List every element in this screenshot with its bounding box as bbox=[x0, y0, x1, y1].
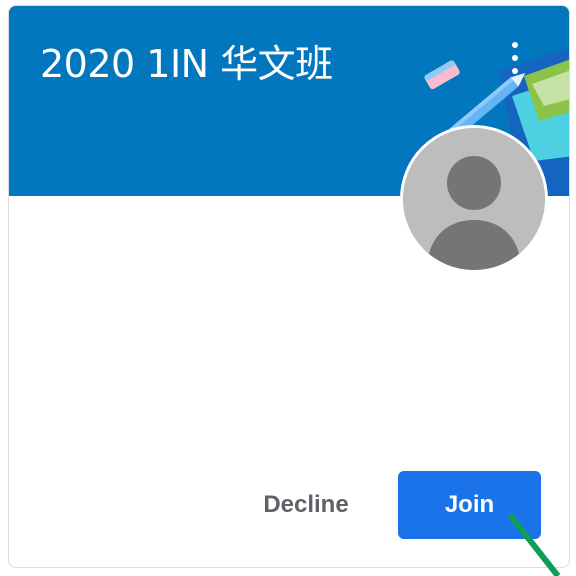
class-invite-card: 2020 1IN 华文班 Decline Join bbox=[8, 5, 570, 568]
join-button[interactable]: Join bbox=[398, 471, 541, 539]
more-options-button[interactable] bbox=[505, 40, 525, 76]
teacher-avatar bbox=[400, 125, 548, 273]
more-vert-icon bbox=[512, 42, 518, 48]
decline-button[interactable]: Decline bbox=[241, 471, 371, 539]
class-title: 2020 1IN 华文班 bbox=[40, 42, 333, 86]
person-avatar-icon bbox=[403, 128, 545, 270]
